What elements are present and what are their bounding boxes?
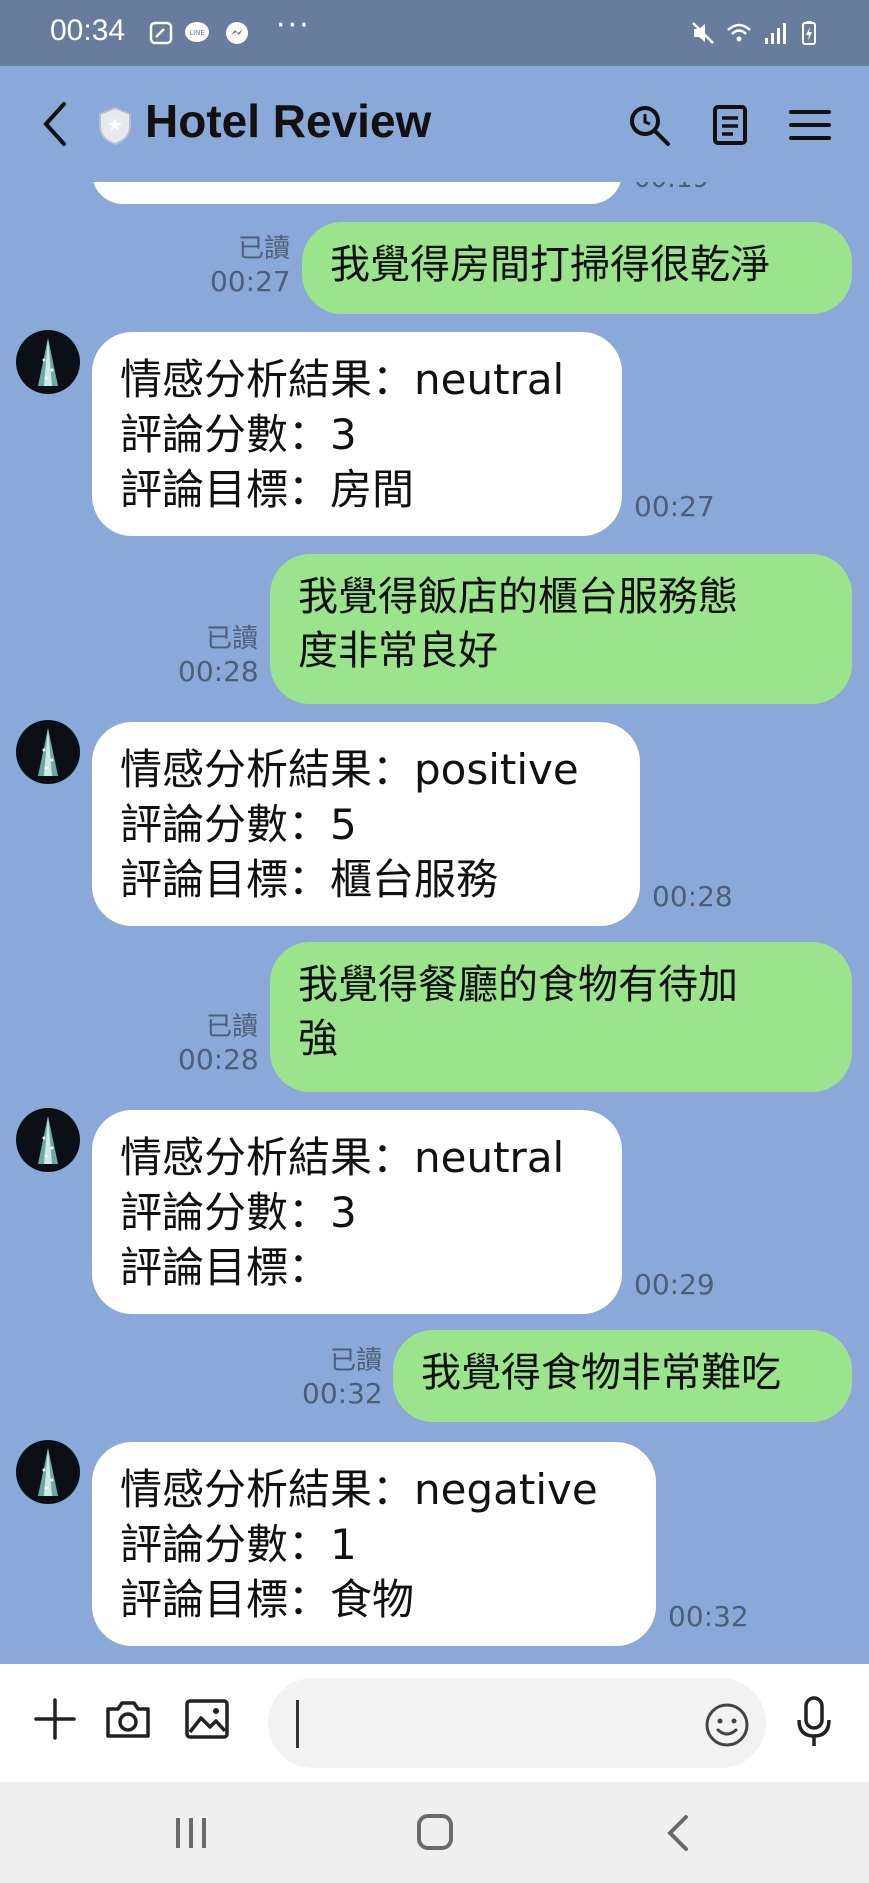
review-target-line: 評論目標：食物 bbox=[120, 1575, 415, 1624]
home-icon[interactable] bbox=[410, 1812, 460, 1854]
search-icon[interactable] bbox=[626, 102, 672, 148]
note-icon bbox=[149, 21, 173, 45]
incoming-bubble-partial bbox=[92, 182, 622, 204]
incoming-message-bubble[interactable]: 情感分析結果：neutral 評論分數：3 評論目標：房間 bbox=[92, 332, 622, 536]
bot-avatar[interactable] bbox=[16, 330, 80, 394]
back-icon[interactable] bbox=[34, 98, 78, 150]
more-notifications: ··· bbox=[276, 8, 311, 43]
review-target-line: 評論目標：房間 bbox=[120, 465, 415, 514]
signal-icon bbox=[765, 23, 786, 44]
chat-header: Hotel Review bbox=[0, 66, 869, 182]
outgoing-message-bubble[interactable]: 我覺得餐廳的食物有待加 強 bbox=[270, 942, 852, 1092]
tree-icon bbox=[38, 1116, 58, 1164]
status-bar: 00:34 LINE ··· bbox=[0, 0, 869, 66]
read-receipt: 已讀 00:32 bbox=[302, 1346, 383, 1410]
microphone-icon[interactable] bbox=[790, 1694, 838, 1750]
messenger-icon bbox=[226, 22, 248, 44]
back-nav-icon[interactable] bbox=[654, 1812, 704, 1854]
image-icon[interactable] bbox=[182, 1694, 232, 1744]
message-time: 00:28 bbox=[652, 880, 733, 913]
review-score-line: 評論分數：1 bbox=[120, 1520, 357, 1569]
bot-avatar[interactable] bbox=[16, 720, 80, 784]
read-receipt: 已讀 00:27 bbox=[210, 234, 291, 298]
incoming-message-bubble[interactable]: 情感分析結果：negative 評論分數：1 評論目標：食物 bbox=[92, 1442, 656, 1646]
plus-icon[interactable] bbox=[30, 1694, 80, 1744]
chat-area[interactable]: 00:19 已讀 00:27 我覺得房間打掃得很乾淨 情感分析結果：neutra… bbox=[0, 182, 869, 1664]
message-text-line: 度非常良好 bbox=[298, 628, 498, 674]
tree-icon bbox=[38, 728, 58, 776]
incoming-message-bubble[interactable]: 情感分析結果：neutral 評論分數：3 評論目標： bbox=[92, 1110, 622, 1314]
bot-avatar[interactable] bbox=[16, 1440, 80, 1504]
read-receipt: 已讀 00:28 bbox=[178, 624, 259, 688]
notes-icon[interactable] bbox=[707, 102, 753, 148]
sentiment-result-line: 情感分析結果：positive bbox=[120, 745, 579, 794]
sentiment-result-line: 情感分析結果：neutral bbox=[120, 1133, 565, 1182]
svg-text:LINE: LINE bbox=[189, 29, 205, 37]
message-time: 00:19 bbox=[634, 182, 709, 194]
outgoing-message-bubble[interactable]: 我覺得飯店的櫃台服務態 度非常良好 bbox=[270, 554, 852, 704]
menu-icon[interactable] bbox=[787, 102, 833, 148]
message-text-line: 我覺得餐廳的食物有待加 bbox=[298, 962, 738, 1008]
review-score-line: 評論分數：3 bbox=[120, 410, 357, 459]
text-caret bbox=[296, 1700, 299, 1748]
review-target-line: 評論目標： bbox=[120, 1243, 331, 1292]
outgoing-message-bubble[interactable]: 我覺得房間打掃得很乾淨 bbox=[302, 222, 852, 314]
message-time: 00:32 bbox=[668, 1600, 749, 1633]
incoming-message-bubble[interactable]: 情感分析結果：positive 評論分數：5 評論目標：櫃台服務 bbox=[92, 722, 640, 926]
mute-icon bbox=[692, 22, 714, 44]
shield-icon bbox=[99, 106, 131, 146]
message-text: 我覺得房間打掃得很乾淨 bbox=[330, 242, 770, 288]
tree-icon bbox=[38, 338, 58, 386]
message-text-line: 強 bbox=[298, 1016, 338, 1062]
line-app-icon: LINE bbox=[185, 22, 209, 42]
message-text-line: 我覺得飯店的櫃台服務態 bbox=[298, 574, 738, 620]
read-receipt: 已讀 00:28 bbox=[178, 1012, 259, 1076]
message-input-bar bbox=[0, 1664, 869, 1782]
chat-title: Hotel Review bbox=[145, 95, 432, 147]
tree-icon bbox=[38, 1448, 58, 1496]
review-target-line: 評論目標：櫃台服務 bbox=[120, 855, 499, 904]
battery-icon bbox=[802, 21, 816, 45]
bot-avatar[interactable] bbox=[16, 1108, 80, 1172]
outgoing-message-bubble[interactable]: 我覺得食物非常難吃 bbox=[393, 1330, 852, 1422]
recent-apps-icon[interactable] bbox=[166, 1812, 216, 1854]
camera-icon[interactable] bbox=[103, 1694, 153, 1744]
sentiment-result-line: 情感分析結果：negative bbox=[120, 1465, 598, 1514]
emoji-icon[interactable] bbox=[704, 1702, 750, 1748]
message-time: 00:27 bbox=[634, 490, 715, 523]
message-input[interactable] bbox=[268, 1678, 766, 1768]
system-nav-bar bbox=[0, 1782, 869, 1883]
message-time: 00:29 bbox=[634, 1268, 715, 1301]
review-score-line: 評論分數：3 bbox=[120, 1188, 357, 1237]
status-time: 00:34 bbox=[50, 14, 126, 47]
message-text: 我覺得食物非常難吃 bbox=[421, 1350, 781, 1396]
sentiment-result-line: 情感分析結果：neutral bbox=[120, 355, 565, 404]
review-score-line: 評論分數：5 bbox=[120, 800, 357, 849]
wifi-icon bbox=[727, 23, 751, 42]
